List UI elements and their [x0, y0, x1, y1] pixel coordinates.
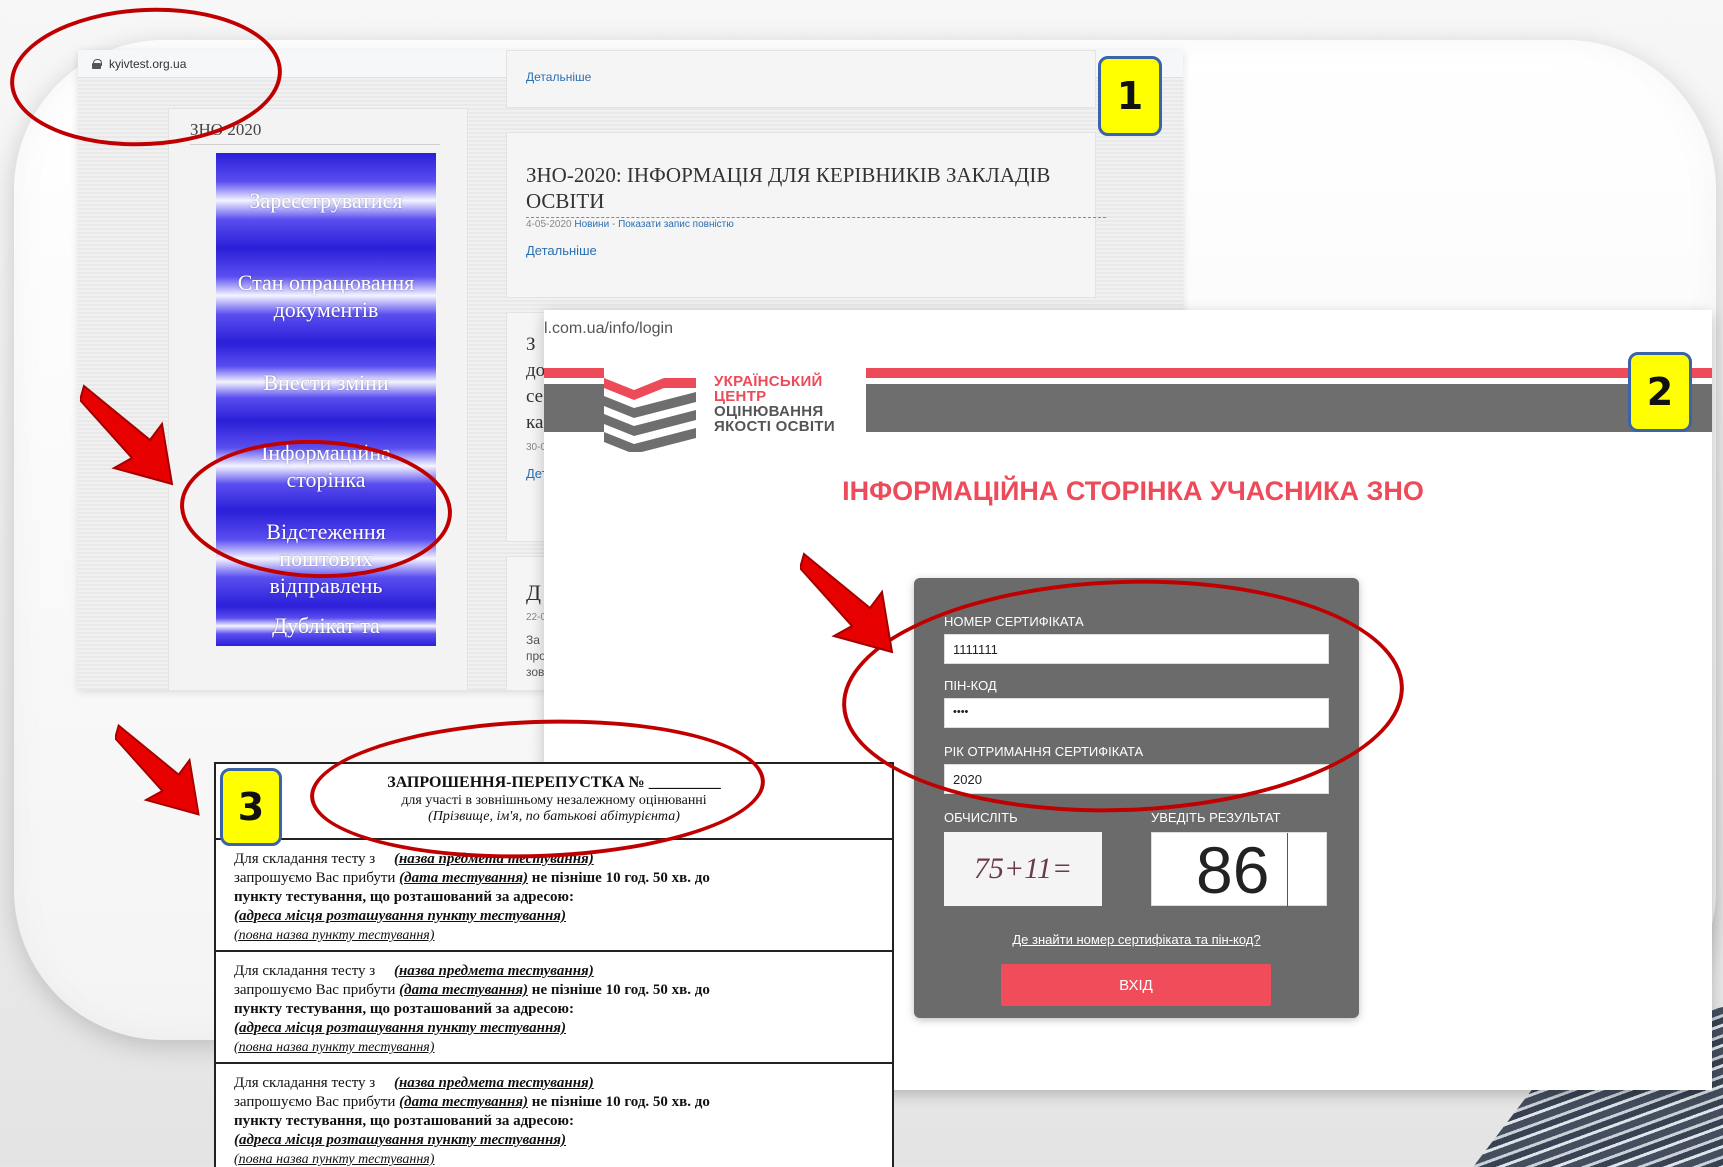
- text-caret: [1287, 833, 1288, 907]
- news-card-3-title[interactable]: Д: [526, 580, 541, 606]
- news-card-3-date: 22-0: [526, 612, 547, 623]
- test-block-3: Для складання тесту з (назва предмета те…: [234, 1075, 710, 1167]
- ucoz-book-icon: [604, 378, 696, 454]
- news-card-top: [506, 50, 1096, 108]
- news-card-2-date: 30-0: [526, 442, 547, 453]
- news-category-link[interactable]: Новини: [574, 219, 609, 230]
- badge-1: 1: [1098, 56, 1162, 136]
- help-link[interactable]: Де знайти номер сертифіката та пін-код?: [914, 932, 1359, 947]
- news-show-all-link[interactable]: Показати запис повністю: [618, 219, 734, 230]
- news-card-3-text: За про зов: [526, 633, 546, 679]
- test-block-2: Для складання тесту з (назва предмета те…: [216, 952, 892, 1064]
- menu-item-make-changes[interactable]: Внести зміни: [216, 343, 436, 421]
- browser-address-url[interactable]: l.com.ua/info/login: [544, 310, 1712, 342]
- news-more-link[interactable]: Детальніше: [526, 243, 597, 258]
- result-label: УВЕДІТЬ РЕЗУЛЬТАТ: [1151, 810, 1281, 825]
- ucoz-logo[interactable]: УКРАЇНСЬКИЙ ЦЕНТР ОЦІНЮВАННЯ ЯКОСТІ ОСВІ…: [604, 366, 866, 454]
- menu-item-register[interactable]: Зареєструватися: [216, 153, 436, 248]
- calc-label: ОБЧИСЛІТЬ: [944, 810, 1018, 825]
- news-card-2-text: З до се ка: [526, 334, 546, 433]
- news-title[interactable]: ЗНО-2020: ІНФОРМАЦІЯ ДЛЯ КЕРІВНИКІВ ЗАКЛ…: [526, 162, 1106, 218]
- news-meta: 4-05-2020 Новини - Показати запис повніс…: [526, 219, 734, 230]
- captcha-image: 75+11=: [944, 832, 1102, 906]
- menu-item-document-status[interactable]: Стан опрацювання документів: [216, 248, 436, 343]
- menu-item-duplicate[interactable]: Дублікат та: [216, 606, 436, 646]
- site-header: УКРАЇНСЬКИЙ ЦЕНТР ОЦІНЮВАННЯ ЯКОСТІ ОСВІ…: [544, 366, 1712, 454]
- captcha-input-value: 86: [1196, 833, 1270, 907]
- top-more-link[interactable]: Детальніше: [526, 70, 591, 84]
- captcha-input[interactable]: 86: [1151, 832, 1327, 907]
- logo-text: УКРАЇНСЬКИЙ ЦЕНТР ОЦІНЮВАННЯ ЯКОСТІ ОСВІ…: [714, 373, 835, 435]
- page-title: ІНФОРМАЦІЙНА СТОРІНКА УЧАСНИКА ЗНО: [842, 476, 1424, 506]
- badge-3: 3: [220, 768, 282, 846]
- badge-2: 2: [1628, 352, 1692, 432]
- login-button[interactable]: ВХІД: [1001, 964, 1271, 1006]
